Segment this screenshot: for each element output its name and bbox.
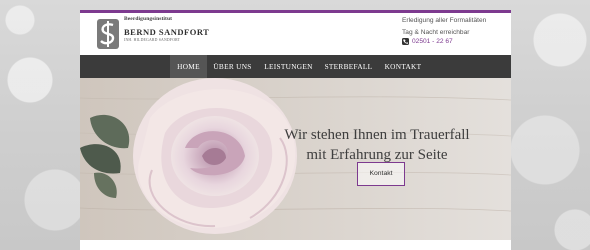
- nav-item-home[interactable]: HOME: [170, 55, 207, 78]
- nav-item-kontakt[interactable]: KONTAKT: [378, 55, 428, 78]
- top-accent-line: [80, 10, 511, 13]
- brand-sub-label: INH. HILDEGARD SANDFORT: [124, 38, 181, 42]
- contact-line-formalities: Erledigung aller Formalitäten: [402, 17, 487, 24]
- main-nav: HOME ÜBER UNS LEISTUNGEN STERBEFALL KONT…: [80, 55, 511, 78]
- nav-item-leistungen[interactable]: LEISTUNGEN: [258, 55, 319, 78]
- hero-title-line1: Wir stehen Ihnen im Trauerfall: [284, 127, 470, 143]
- brand-name[interactable]: BERND SANDFORT: [124, 27, 209, 37]
- contact-line-availability: Tag & Nacht erreichbar: [402, 29, 470, 36]
- contact-button[interactable]: Kontakt: [357, 162, 405, 186]
- brand-top-label: Beerdigungsinstitut: [124, 16, 173, 22]
- phone-row[interactable]: 02501 - 22 67: [402, 38, 453, 45]
- page-frame: Beerdigungsinstitut BERND SANDFORT INH. …: [80, 10, 511, 250]
- hero-section: Wir stehen Ihnen im Trauerfall mit Erfah…: [80, 78, 511, 240]
- phone-number[interactable]: 02501 - 22 67: [412, 38, 453, 45]
- nav-item-ueber-uns[interactable]: ÜBER UNS: [207, 55, 258, 78]
- funeral-logo-icon[interactable]: [97, 19, 119, 49]
- phone-icon: [402, 38, 409, 45]
- content-area-start: [80, 240, 511, 250]
- nav-item-sterbefall[interactable]: STERBEFALL: [319, 55, 378, 78]
